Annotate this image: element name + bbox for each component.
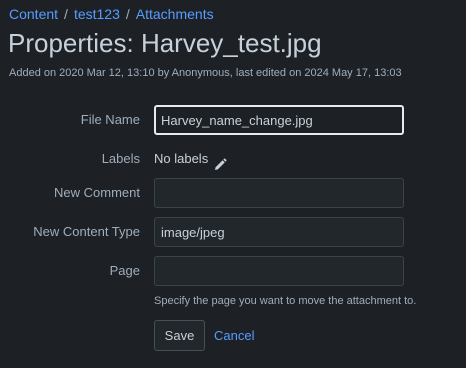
file-name-label: File Name (80, 112, 140, 127)
page-meta: Added on 2020 Mar 12, 13:10 by Anonymous… (9, 67, 402, 79)
new-comment-row: New Comment (0, 177, 466, 209)
page-input[interactable] (154, 256, 404, 286)
page-help-text: Specify the page you want to move the at… (154, 295, 417, 307)
page-label: Page (109, 263, 140, 278)
breadcrumb-content-link[interactable]: Content (9, 6, 58, 22)
breadcrumb-separator: / (125, 6, 130, 22)
new-comment-input[interactable] (154, 178, 404, 208)
save-button[interactable]: Save (154, 320, 205, 351)
breadcrumb-separator: / (64, 6, 68, 22)
pencil-icon[interactable] (213, 152, 227, 170)
file-name-input[interactable] (154, 105, 404, 135)
file-name-row: File Name (0, 104, 466, 136)
labels-row: Labels No labels (0, 143, 466, 175)
labels-value[interactable]: No labels (154, 143, 227, 175)
breadcrumb-attachments-link[interactable]: Attachments (136, 6, 214, 22)
cancel-link[interactable]: Cancel (214, 320, 254, 351)
content-type-label: New Content Type (33, 224, 140, 239)
content-type-row: New Content Type (0, 216, 466, 248)
breadcrumb-test123-link[interactable]: test123 (74, 6, 120, 22)
page-row: Page (0, 255, 466, 287)
labels-text: No labels (154, 151, 209, 166)
page-title: Properties: Harvey_test.jpg (8, 28, 322, 58)
new-comment-label: New Comment (54, 185, 140, 200)
content-type-input[interactable] (154, 217, 404, 247)
breadcrumb: Content / test123 / Attachments (9, 5, 214, 23)
labels-label: Labels (101, 151, 140, 166)
